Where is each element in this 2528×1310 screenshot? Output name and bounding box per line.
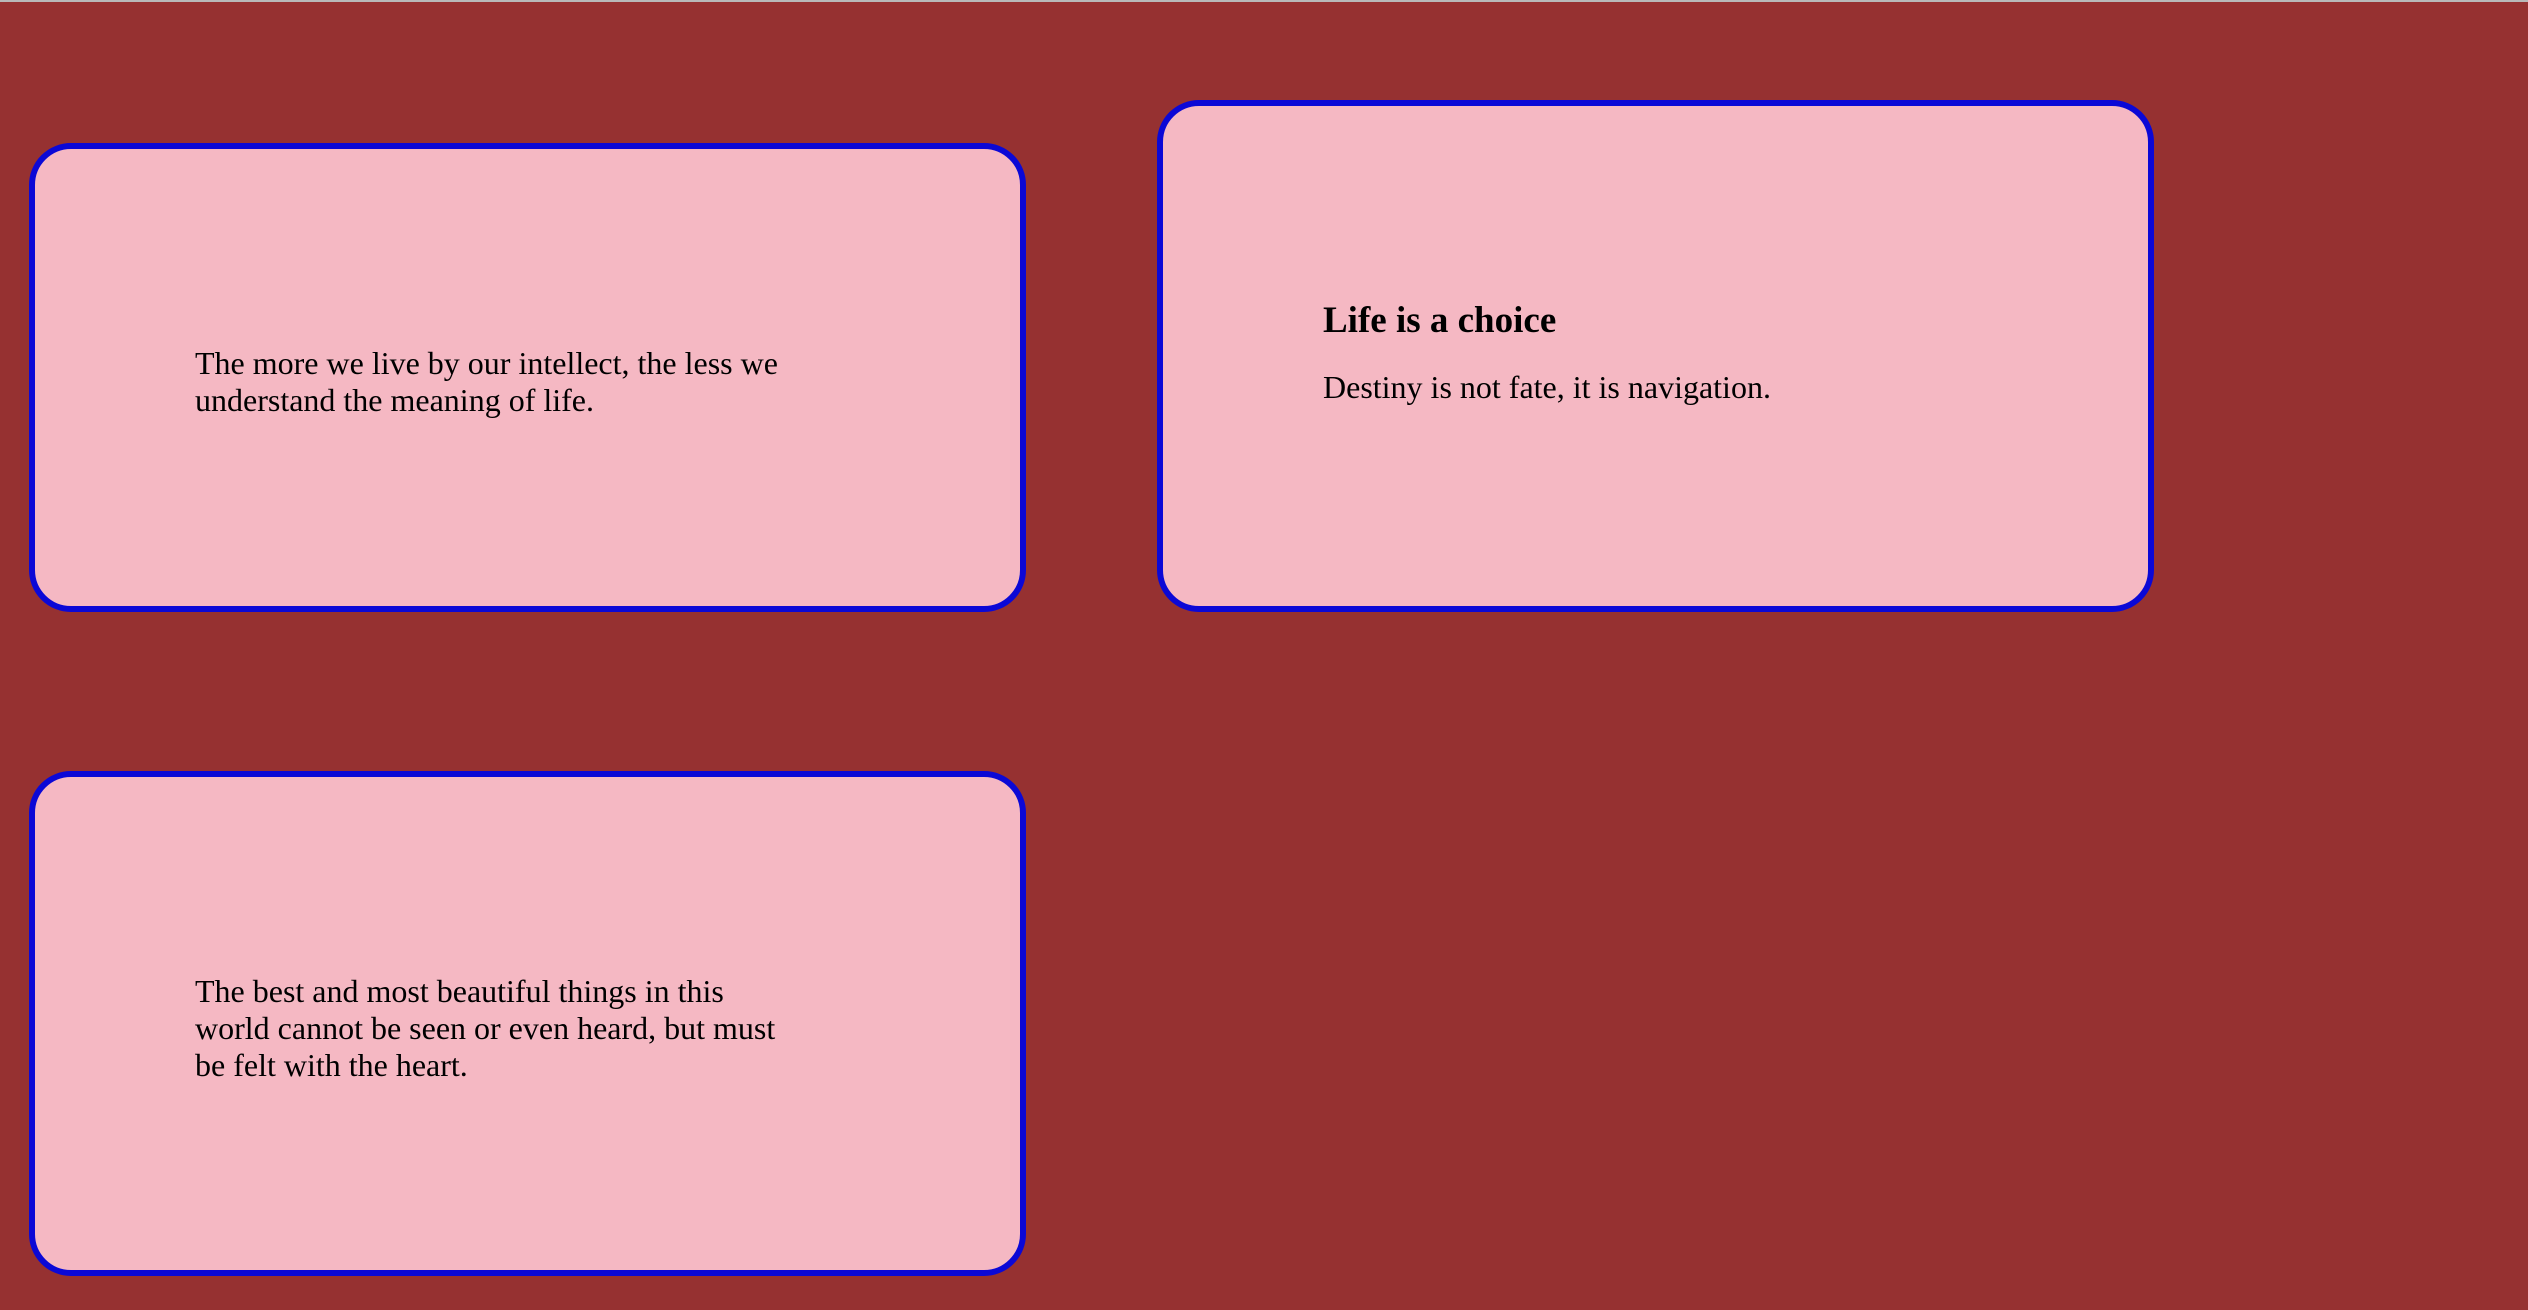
quote-card-body: The best and most beautiful things in th…: [195, 973, 800, 1084]
quote-text: Destiny is not fate, it is navigation.: [1323, 369, 1771, 405]
page: { "colors": { "background": "#963131", "…: [0, 0, 2528, 1310]
quote-card-intellect: The more we live by our intellect, the l…: [29, 143, 1026, 612]
quote-text: The best and most beautiful things in th…: [195, 973, 776, 1083]
quote-card-life-choice: Life is a choice Destiny is not fate, it…: [1157, 100, 2154, 612]
quote-title: Life is a choice: [1323, 300, 1557, 341]
quote-card-body: The more we live by our intellect, the l…: [195, 345, 800, 419]
quote-text: The more we live by our intellect, the l…: [195, 345, 778, 418]
quote-card-body: Life is a choice Destiny is not fate, it…: [1323, 299, 1988, 406]
quote-card-heart: The best and most beautiful things in th…: [29, 771, 1026, 1276]
